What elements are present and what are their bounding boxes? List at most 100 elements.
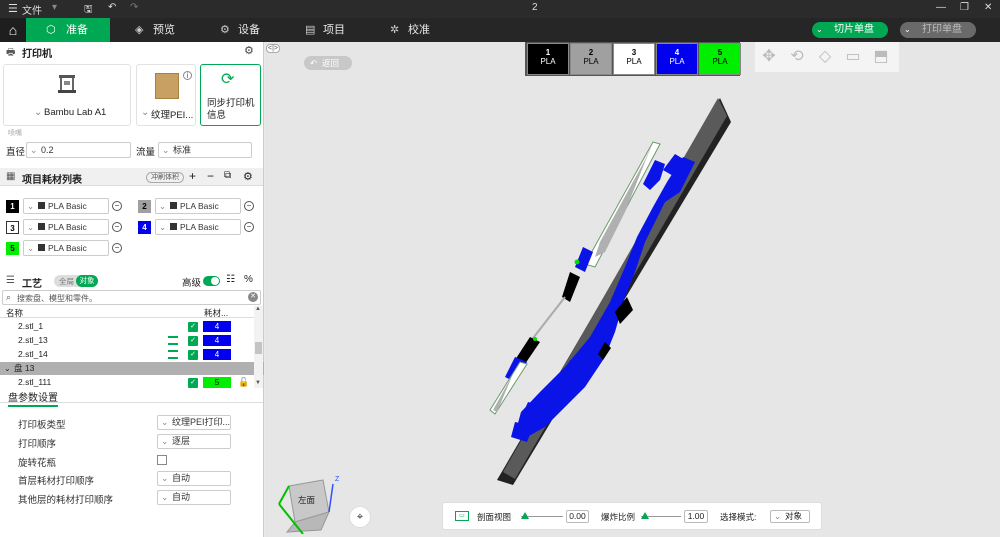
redo-icon[interactable]: ↷ <box>130 2 138 13</box>
layer-settings-icon[interactable] <box>168 336 178 345</box>
filament-badge[interactable]: 4 <box>203 335 231 346</box>
filament-color-swatch[interactable]: 1 <box>6 200 19 213</box>
restore-icon[interactable]: ❐ <box>960 2 969 13</box>
remove-filament-icon[interactable]: − <box>244 201 254 211</box>
scroll-down-icon[interactable]: ▼ <box>255 380 261 386</box>
select-mode-dropdown[interactable]: ⌄ 对象 <box>770 510 810 523</box>
menu-icon[interactable]: ☰ <box>8 2 18 15</box>
search-input[interactable]: ⌕ 搜索盘、模型和零件。 ✕ <box>2 290 261 305</box>
gear-icon[interactable]: ⚙ <box>243 170 253 183</box>
chevron-down-icon[interactable]: ⌄ <box>816 22 823 38</box>
check-icon[interactable]: ✓ <box>188 336 198 346</box>
explode-slider-knob[interactable] <box>641 512 649 519</box>
file-menu[interactable]: 文件 <box>22 2 42 17</box>
navigation-cube[interactable]: 左面 Z <box>273 474 343 535</box>
list-icon[interactable]: ☷ <box>226 274 235 285</box>
printer-section-header: 🖶 打印机 ⚙ <box>0 42 263 60</box>
undo-icon[interactable]: ↶ <box>108 2 116 13</box>
add-icon[interactable]: + <box>189 169 196 183</box>
save-icon[interactable]: 🖫 <box>84 2 93 19</box>
table-row[interactable]: 2.stl_1 ✓ 4 <box>0 320 254 333</box>
print-plate-button[interactable]: ⌄ 打印单盘 <box>900 22 976 38</box>
filament-color-swatch[interactable]: 5 <box>6 242 19 255</box>
spiral-vase-checkbox[interactable] <box>157 455 167 465</box>
section-view-icon[interactable]: ▭ <box>455 511 469 521</box>
filament-badge[interactable]: 4 <box>203 321 231 332</box>
layer-settings-icon[interactable] <box>168 350 178 359</box>
filament-select[interactable]: ⌄ PLA Basic <box>23 240 109 256</box>
scroll-thumb[interactable] <box>255 342 262 354</box>
scroll-up-icon[interactable]: ▲ <box>255 306 261 312</box>
close-icon[interactable]: ✕ <box>984 2 992 13</box>
slice-plate-button[interactable]: ⌄ 切片单盘 <box>812 22 888 38</box>
scrollbar[interactable]: ▲ ▼ <box>254 306 263 388</box>
select-mode-value: 对象 <box>785 511 803 521</box>
tab-prepare[interactable]: ⬡ 准备 <box>26 18 110 42</box>
minimize-icon[interactable]: — <box>936 2 946 13</box>
filament-color-swatch[interactable]: 3 <box>6 221 19 234</box>
left-panel: 🖶 打印机 ⚙ ⌄ Bambu Lab A1 i ⌄ 纹理PEI... ⟳ 同步… <box>0 42 264 537</box>
filament-badge[interactable]: 4 <box>203 349 231 360</box>
chevron-down-icon[interactable]: ⌄ <box>141 107 149 118</box>
first-layer-order-select[interactable]: ⌄ 自动 <box>157 471 231 486</box>
remove-filament-icon[interactable]: − <box>244 222 254 232</box>
tab-calibrate[interactable]: ✲ 校准 <box>390 18 430 42</box>
percent-icon[interactable]: % <box>244 274 253 285</box>
info-icon[interactable]: i <box>183 71 192 80</box>
section-slider-knob[interactable] <box>521 512 529 519</box>
filament-name: PLA Basic <box>48 201 87 211</box>
clear-icon[interactable]: ✕ <box>248 292 258 302</box>
chevron-down-icon[interactable]: ⌄ <box>904 22 911 38</box>
flow-select[interactable]: ⌄ 标准 <box>158 142 252 158</box>
chevron-down-icon[interactable]: ⌄ <box>4 362 11 375</box>
sync-filament-icon[interactable]: ⧉ <box>224 170 231 181</box>
gear-icon[interactable]: ⚙ <box>244 44 254 57</box>
remove-filament-icon[interactable]: − <box>112 201 122 211</box>
object-list-header: 名称 耗材... <box>0 306 254 318</box>
printer-card[interactable]: ⌄ Bambu Lab A1 <box>3 64 131 126</box>
plate-group-row[interactable]: ⌄ 盘 13 <box>0 362 264 375</box>
print-sequence-select[interactable]: ⌄ 逐层 <box>157 434 231 449</box>
flush-volume-button[interactable]: 冲刷体积 <box>146 172 184 183</box>
filament-type-icon <box>170 223 177 230</box>
remove-filament-icon[interactable]: − <box>112 243 122 253</box>
tab-device[interactable]: ⚙ 设备 <box>220 18 260 42</box>
filament-select[interactable]: ⌄ PLA Basic <box>155 198 241 214</box>
printer-icon: 🖶 <box>6 47 16 58</box>
section-value-input[interactable]: 0.00 <box>566 510 589 523</box>
bed-type-select[interactable]: ⌄ 纹理PEI打印... <box>157 415 231 430</box>
chevron-down-icon[interactable]: ▾ <box>52 2 57 13</box>
check-icon[interactable]: ✓ <box>188 322 198 332</box>
filament-color-swatch[interactable]: 2 <box>138 200 151 213</box>
3d-viewport[interactable]: <|> ↶ 返回 1 PLA 2 PLA 3 PLA 4 PLA 5 PLA ✥ ⟲ ◇ ▭ ⬒ <box>265 42 1000 537</box>
plate-card[interactable]: i ⌄ 纹理PEI... <box>136 64 196 126</box>
table-row[interactable]: 2.stl_13 ✓ 4 <box>0 334 254 347</box>
check-icon[interactable]: ✓ <box>188 350 198 360</box>
sync-printer-button[interactable]: ⟳ 同步打印机 信息 <box>200 64 261 126</box>
tab-plate-settings[interactable]: 盘参数设置 <box>8 389 58 407</box>
chevron-down-icon: ⌄ <box>159 201 167 211</box>
toggle-global[interactable]: 全局 <box>59 276 74 287</box>
filament-select[interactable]: ⌄ PLA Basic <box>23 219 109 235</box>
toggle-object[interactable]: 对象 <box>76 275 98 287</box>
project-icon: ▤ <box>305 24 316 36</box>
tab-project[interactable]: ▤ 项目 <box>305 18 345 42</box>
screenshot-view-icon[interactable]: ⌖ <box>349 506 371 528</box>
tab-preview[interactable]: ◈ 预览 <box>135 18 175 42</box>
home-icon[interactable]: ⌂ <box>0 18 26 42</box>
model-render[interactable] <box>265 42 1000 537</box>
remove-filament-icon[interactable]: − <box>112 222 122 232</box>
remove-icon[interactable]: − <box>207 169 214 183</box>
filament-select[interactable]: ⌄ PLA Basic <box>23 198 109 214</box>
explode-value-input[interactable]: 1.00 <box>684 510 708 523</box>
filament-select[interactable]: ⌄ PLA Basic <box>155 219 241 235</box>
table-row[interactable]: 2.stl_14 ✓ 4 <box>0 348 254 361</box>
device-icon: ⚙ <box>220 24 230 36</box>
other-layer-order-select[interactable]: ⌄ 自动 <box>157 490 231 505</box>
advanced-toggle[interactable] <box>203 276 220 286</box>
filament-color-swatch[interactable]: 4 <box>138 221 151 234</box>
diameter-select[interactable]: ⌄ 0.2 <box>26 142 131 158</box>
global-object-toggle[interactable]: 全局 对象 <box>54 275 98 287</box>
chevron-down-icon: ⌄ <box>27 222 35 232</box>
chevron-down-icon[interactable]: ⌄ <box>34 107 42 118</box>
